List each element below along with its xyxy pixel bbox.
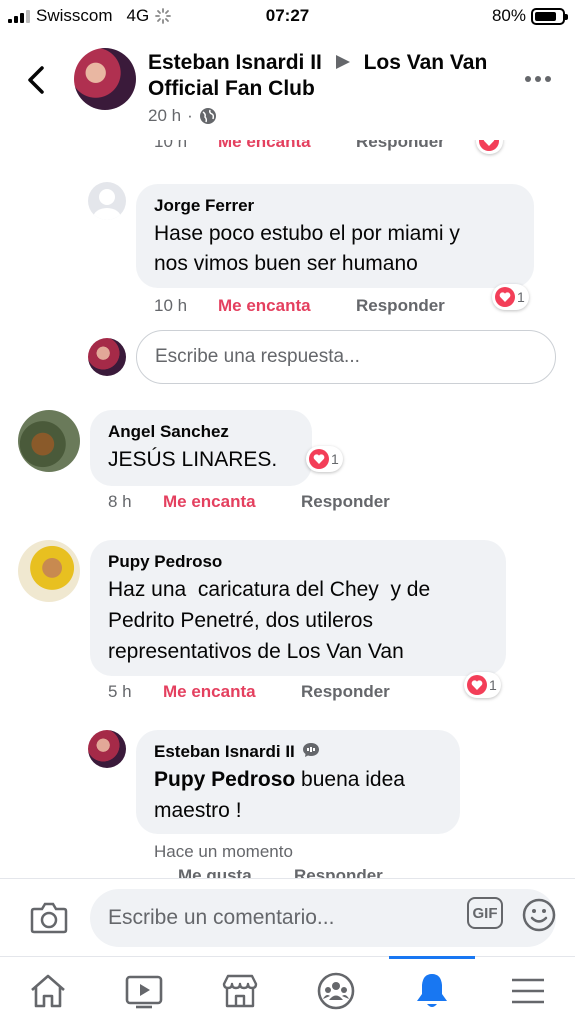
reply-button[interactable]: Responder: [301, 682, 390, 702]
gif-button[interactable]: GIF: [467, 897, 503, 929]
bottom-tab-bar: [0, 956, 575, 1024]
comment-time: Hace un momento: [154, 842, 293, 861]
comment-actions-partial: 10 h Me encanta Responder: [154, 140, 445, 152]
comment-bubble: Angel Sanchez JESÚS LINARES.: [90, 410, 312, 486]
bell-icon: [417, 974, 447, 1007]
comment-composer: Escribe un comentario... GIF: [0, 878, 575, 956]
camera-icon[interactable]: [30, 899, 68, 935]
my-avatar: [88, 338, 126, 376]
post-meta: 20 h ·: [148, 106, 217, 126]
reaction-badge[interactable]: 1: [464, 672, 501, 698]
tab-groups[interactable]: [314, 969, 358, 1013]
post-time: 20 h: [148, 106, 182, 125]
tab-menu[interactable]: [506, 969, 550, 1013]
comment-bubble: Esteban Isnardi II Pupy Pedroso buena id…: [136, 730, 460, 834]
post-header: Esteban Isnardi II Los Van Van Official …: [0, 40, 575, 140]
comment-actions: 5 h Me encanta Responder: [108, 682, 390, 702]
comment-time: 10 h: [154, 140, 188, 151]
avatar-angel-sanchez[interactable]: [18, 410, 80, 472]
comment-time: 8 h: [108, 492, 132, 511]
heart-icon: [313, 454, 325, 464]
love-button[interactable]: Me encanta: [218, 140, 356, 152]
arrow-right-icon: [335, 55, 350, 69]
reaction-count: 1: [489, 677, 497, 693]
reaction-badge[interactable]: 1: [306, 446, 343, 472]
comment-text: Pupy Pedroso buena idea: [154, 764, 442, 795]
comment-actions-row: Me gusta Responder: [178, 866, 383, 878]
mentioned-user[interactable]: Pupy Pedroso: [154, 768, 295, 791]
comment-placeholder: Escribe un comentario...: [108, 906, 335, 929]
video-icon: [125, 975, 163, 1009]
more-options-icon[interactable]: [525, 76, 551, 82]
comment-author-name[interactable]: Esteban Isnardi II: [154, 742, 295, 761]
love-button[interactable]: Me encanta: [218, 296, 356, 316]
comment-actions: Hace un momento: [154, 842, 293, 862]
comment-author[interactable]: Pupy Pedroso: [108, 550, 488, 574]
reply-button[interactable]: Responder: [356, 296, 445, 316]
like-button[interactable]: Me gusta: [178, 866, 294, 878]
comment-actions: 10 h Me encanta Responder: [154, 296, 445, 316]
avatar-pupy-pedroso[interactable]: [18, 540, 80, 602]
comment-text: representativos de Los Van Van: [108, 640, 404, 663]
comments-feed[interactable]: 10 h Me encanta Responder Jorge Ferrer H…: [0, 140, 575, 878]
comment-bubble: Pupy Pedroso Haz una caricatura del Chey…: [90, 540, 506, 676]
tab-marketplace[interactable]: [218, 969, 262, 1013]
reply-placeholder: Escribe una respuesta...: [155, 346, 360, 367]
avatar-jorge-ferrer[interactable]: [88, 182, 126, 220]
back-arrow-icon[interactable]: [22, 64, 50, 96]
comment-time: 5 h: [108, 682, 132, 701]
reply-button[interactable]: Responder: [356, 140, 445, 152]
status-bar: Swisscom 4G 07:27 80%: [0, 0, 575, 34]
comment-author: Esteban Isnardi II: [154, 740, 442, 764]
reaction-badge[interactable]: 1: [492, 284, 529, 310]
comment-text-rest: buena idea: [295, 768, 405, 791]
heart-icon: [471, 680, 483, 690]
meta-separator: ·: [187, 106, 193, 125]
active-tab-indicator: [389, 956, 475, 959]
menu-icon: [512, 978, 544, 1004]
comment-text: maestro !: [154, 799, 242, 822]
post-author[interactable]: Esteban Isnardi II: [148, 51, 322, 74]
comment-text: JESÚS LINARES.: [108, 448, 278, 471]
globe-icon: [199, 108, 216, 124]
comment-actions: 8 h Me encanta Responder: [108, 492, 390, 512]
love-button[interactable]: Me encanta: [163, 492, 301, 512]
tab-notifications[interactable]: [410, 969, 454, 1013]
comment-text: Pedrito Penetré, dos utileros: [108, 609, 373, 632]
battery-status: 80%: [491, 6, 568, 26]
reply-button[interactable]: Responder: [301, 492, 390, 512]
battery-percent: 80%: [491, 6, 526, 25]
messenger-bubble-icon: [302, 743, 319, 757]
comment-author[interactable]: Angel Sanchez: [108, 420, 294, 444]
emoji-icon[interactable]: [521, 897, 557, 933]
author-avatar[interactable]: [74, 48, 136, 110]
tab-home[interactable]: [26, 969, 70, 1013]
comment-text: nos vimos buen ser humano: [154, 252, 418, 275]
heart-icon: [483, 140, 495, 146]
reaction-count: 1: [331, 451, 339, 467]
comment-text: Haz una caricatura del Chey y de: [108, 578, 431, 601]
reply-button[interactable]: Responder: [294, 866, 383, 878]
battery-icon: [531, 7, 568, 25]
home-icon: [31, 974, 65, 1008]
comment-text: Hase poco estubo el por miami y: [154, 222, 460, 245]
heart-icon: [499, 292, 511, 302]
reaction-badge-partial[interactable]: [476, 140, 503, 154]
comment-bubble: Jorge Ferrer Hase poco estubo el por mia…: [136, 184, 534, 288]
avatar-esteban-isnardi[interactable]: [88, 730, 126, 768]
default-user-icon: [93, 189, 121, 220]
reaction-count: 1: [517, 289, 525, 305]
love-button[interactable]: Me encanta: [163, 682, 301, 702]
post-title: Esteban Isnardi II Los Van Van Official …: [148, 50, 508, 102]
marketplace-icon: [222, 974, 258, 1008]
reply-input[interactable]: Escribe una respuesta...: [136, 330, 556, 384]
tab-watch[interactable]: [122, 969, 166, 1013]
groups-icon: [317, 972, 355, 1010]
clock: 07:27: [265, 6, 310, 25]
comment-time: 10 h: [154, 296, 188, 315]
comment-author[interactable]: Jorge Ferrer: [154, 194, 516, 218]
